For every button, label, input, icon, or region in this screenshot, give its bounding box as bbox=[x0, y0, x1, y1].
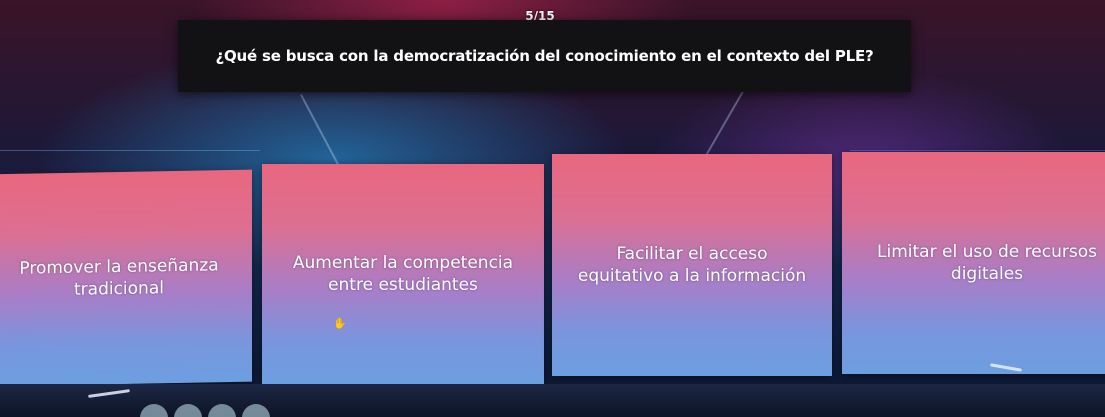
answer-option-4[interactable]: Limitar el uso de recursos digitales bbox=[842, 152, 1105, 374]
background-beam bbox=[0, 150, 260, 151]
decorative-circle bbox=[140, 404, 168, 417]
answer-option-3[interactable]: Facilitar el acceso equitativo a la info… bbox=[552, 154, 832, 376]
answer-option-1[interactable]: Promover la enseñanza tradicional bbox=[0, 169, 252, 387]
answer-option-label: Facilitar el acceso equitativo a la info… bbox=[577, 244, 807, 286]
question-text: ¿Qué se busca con la democratización del… bbox=[215, 47, 874, 65]
hand-pointer-icon: ✋ bbox=[333, 317, 347, 330]
answer-option-label: Limitar el uso de recursos digitales bbox=[877, 242, 1097, 284]
decorative-circle bbox=[208, 404, 236, 417]
decorative-circle bbox=[242, 404, 270, 417]
question-banner: ¿Qué se busca con la democratización del… bbox=[178, 20, 911, 92]
background-beam bbox=[300, 94, 345, 175]
answer-option-2[interactable]: Aumentar la competencia entre estudiante… bbox=[262, 164, 544, 384]
answer-option-label: Aumentar la competencia entre estudiante… bbox=[292, 253, 514, 295]
bottom-decoration bbox=[140, 404, 270, 417]
quiz-background: 5/15 ¿Qué se busca con la democratizació… bbox=[0, 0, 1105, 417]
answer-option-label: Promover la enseñanza tradicional bbox=[19, 255, 219, 300]
decorative-circle bbox=[174, 404, 202, 417]
background-beam bbox=[850, 150, 1105, 151]
